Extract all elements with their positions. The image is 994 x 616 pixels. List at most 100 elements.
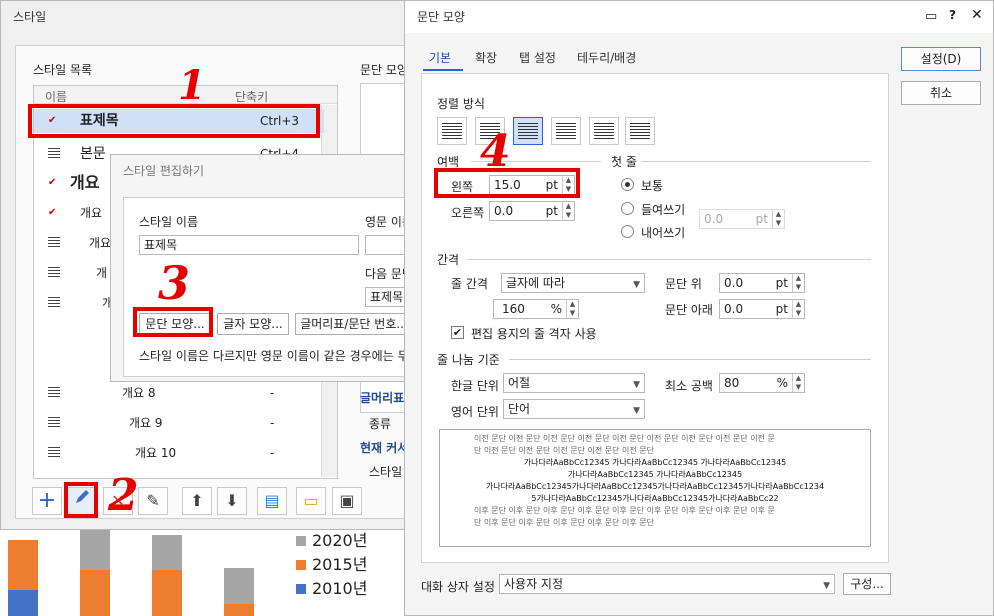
replace-icon[interactable]: ✎ bbox=[138, 487, 168, 515]
paragraph-icon bbox=[48, 387, 60, 399]
first-indent-label: 들여쓰기 bbox=[641, 203, 686, 217]
korean-unit-label: 한글 단위 bbox=[451, 379, 499, 393]
annotation-box-3 bbox=[133, 307, 213, 337]
open-folder-icon[interactable]: ▭ bbox=[296, 487, 326, 515]
align-center-icon[interactable] bbox=[513, 117, 543, 145]
space-above-label: 문단 위 bbox=[665, 277, 702, 291]
english-unit-select[interactable]: 단어 ▼ bbox=[503, 399, 645, 419]
tab-tabs[interactable]: 탭 설정 bbox=[519, 49, 556, 66]
help-icon[interactable]: ▭ bbox=[925, 9, 937, 24]
line-spacing-label: 줄 간격 bbox=[451, 277, 488, 291]
space-below-label: 문단 아래 bbox=[665, 303, 713, 317]
close-icon[interactable]: ✕ bbox=[971, 7, 983, 23]
move-down-icon[interactable]: ⬇ bbox=[217, 487, 247, 515]
cancel-button[interactable]: 취소 bbox=[901, 81, 981, 105]
first-indent-radio[interactable] bbox=[621, 202, 634, 215]
chart-bar bbox=[152, 535, 182, 570]
grid-checkbox[interactable]: ✔ bbox=[451, 326, 464, 339]
char-shape-button[interactable]: 글자 모양... bbox=[217, 313, 289, 335]
question-icon[interactable]: ? bbox=[949, 8, 956, 22]
annotation-box-1 bbox=[28, 104, 320, 138]
line-spacing-select[interactable]: 글자에 따라 ▼ bbox=[501, 273, 645, 293]
divider bbox=[509, 359, 871, 360]
annotation-number-3: 3 bbox=[158, 256, 191, 310]
style-name-label: 스타일 이름 bbox=[139, 215, 199, 229]
col-shortcut: 단축키 bbox=[235, 90, 269, 104]
preview-label: 문단 모양 bbox=[360, 63, 408, 77]
save-icon[interactable]: ▣ bbox=[332, 487, 362, 515]
korean-unit-select[interactable]: 어절 ▼ bbox=[503, 373, 645, 393]
grid-label: 편집 용지의 줄 격자 사용 bbox=[471, 327, 597, 341]
chart-bar bbox=[80, 530, 110, 570]
kind-label: 종류 bbox=[369, 417, 392, 431]
paragraph-icon bbox=[48, 417, 60, 429]
current-cursor-label: 현재 커서 bbox=[360, 441, 409, 455]
line-spacing-input[interactable]: 160% ▲ ▼ bbox=[493, 299, 579, 319]
align-right-icon[interactable] bbox=[551, 117, 581, 145]
chart-bar bbox=[80, 570, 110, 616]
chevron-down-icon: ▼ bbox=[633, 380, 640, 390]
style-name-input[interactable]: 표제목 bbox=[139, 235, 359, 255]
tab-basic[interactable]: 기본 bbox=[429, 49, 451, 66]
style-dialog-title: 스타일 bbox=[13, 10, 47, 24]
ok-button[interactable]: 설정(D) bbox=[901, 47, 981, 71]
import-icon[interactable]: ▤ bbox=[257, 487, 287, 515]
style-label: 스타일 bbox=[369, 465, 403, 479]
annotation-number-4: 4 bbox=[480, 126, 511, 177]
paragraph-dialog-title: 문단 모양 bbox=[405, 1, 993, 33]
dialog-setting-select[interactable]: 사용자 지정 ▼ bbox=[499, 574, 835, 594]
align-label: 정렬 방식 bbox=[437, 97, 485, 111]
align-divide-icon[interactable] bbox=[625, 117, 655, 145]
chart-bar bbox=[152, 570, 182, 616]
space-above-input[interactable]: 0.0 pt ▲ ▼ bbox=[719, 273, 805, 293]
first-normal-label: 보통 bbox=[641, 179, 664, 193]
add-icon[interactable]: + bbox=[32, 487, 62, 515]
first-line-input[interactable]: 0.0 pt ▲ ▼ bbox=[699, 209, 785, 229]
first-outdent-radio[interactable] bbox=[621, 225, 634, 238]
tab-border[interactable]: 테두리/배경 bbox=[577, 49, 636, 66]
spinner-icon: ▲ ▼ bbox=[562, 202, 574, 220]
move-up-icon[interactable]: ⬆ bbox=[182, 487, 212, 515]
bullet-label: 글머리표 bbox=[360, 391, 405, 405]
align-distribute-icon[interactable] bbox=[589, 117, 619, 145]
chart-bar bbox=[224, 568, 254, 604]
style-note: 스타일 이름은 다르지만 영문 이름이 같은 경우에는 두 bbox=[139, 349, 409, 363]
break-label: 줄 나눔 기준 bbox=[437, 353, 500, 367]
config-button[interactable]: 구성... bbox=[843, 573, 891, 595]
legend-item: 2010년 bbox=[296, 575, 367, 599]
active-tab-indicator bbox=[423, 69, 463, 71]
annotation-number-2: 2 bbox=[108, 470, 139, 521]
paragraph-icon bbox=[48, 267, 60, 279]
spacing-label: 간격 bbox=[437, 253, 460, 267]
paragraph-preview: 이전 문단 이전 문단 이전 문단 이전 문단 이전 문단 이전 문단 이전 문… bbox=[439, 429, 871, 547]
bullet-button[interactable]: 글머리표/문단 번호... bbox=[295, 313, 413, 335]
tab-extend[interactable]: 확장 bbox=[475, 49, 497, 66]
first-normal-radio[interactable] bbox=[621, 178, 634, 191]
chart-bar bbox=[224, 604, 254, 616]
paragraph-icon bbox=[48, 297, 60, 309]
check-icon: ✔ bbox=[48, 177, 57, 188]
list-item[interactable]: 개요 8- bbox=[34, 381, 324, 405]
col-name: 이름 bbox=[45, 90, 68, 104]
divider bbox=[467, 259, 871, 260]
style-edit-title: 스타일 편집하기 bbox=[123, 164, 205, 178]
first-line-label: 첫 줄 bbox=[611, 155, 637, 169]
first-outdent-label: 내어쓰기 bbox=[641, 226, 686, 240]
space-below-input[interactable]: 0.0 pt ▲ ▼ bbox=[719, 299, 805, 319]
paragraph-dialog: 문단 모양 ▭ ? ✕ 기본 확장 탭 설정 테두리/배경 설정(D) 취소 정… bbox=[404, 0, 994, 616]
check-icon: ✔ bbox=[48, 207, 57, 218]
paragraph-icon bbox=[48, 237, 60, 249]
style-list-label: 스타일 목록 bbox=[33, 63, 93, 77]
english-unit-label: 영어 단위 bbox=[451, 405, 499, 419]
align-justify-icon[interactable] bbox=[437, 117, 467, 145]
chevron-down-icon: ▼ bbox=[633, 406, 640, 416]
min-space-label: 최소 공백 bbox=[665, 379, 713, 393]
min-space-input[interactable]: 80% ▲ ▼ bbox=[719, 373, 805, 393]
right-margin-label: 오른쪽 bbox=[451, 206, 485, 220]
legend-item: 2020년 bbox=[296, 527, 367, 551]
legend-item: 2015년 bbox=[296, 551, 367, 575]
dialog-setting-label: 대화 상자 설정 bbox=[421, 580, 495, 594]
list-item[interactable]: 개요 9- bbox=[34, 411, 324, 435]
right-margin-input[interactable]: 0.0 pt ▲ ▼ bbox=[489, 201, 575, 221]
list-item[interactable]: 개요 10- bbox=[34, 441, 324, 465]
